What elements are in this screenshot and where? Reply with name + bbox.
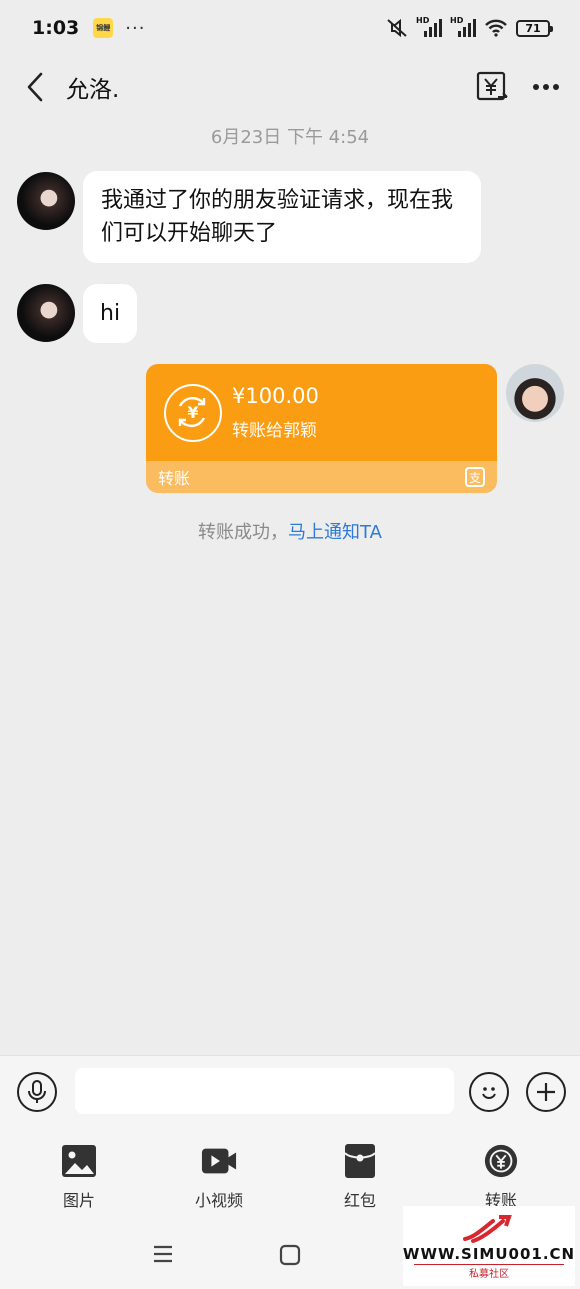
wifi-icon [484,18,508,38]
voice-input-button[interactable] [17,1072,57,1112]
tool-transfer[interactable]: 转账 [456,1143,546,1211]
watermark-subtext: 私募社区 [414,1263,564,1280]
transfer-label: 转账 [158,469,191,488]
menu-lines-icon [154,1245,172,1263]
status-time: 1:03 [32,17,80,39]
tool-image[interactable]: 图片 [34,1143,124,1211]
my-avatar[interactable] [506,364,564,422]
mute-icon [386,18,408,38]
app-notification-icon: 锦鲤 [93,18,114,38]
incoming-message-bubble[interactable]: hi [83,284,138,343]
transfer-coin-icon: ¥ [164,383,222,442]
microphone-icon [28,1080,46,1103]
battery-icon: 71 [516,19,553,37]
tool-red-packet[interactable]: 红包 [315,1143,405,1211]
notify-link[interactable]: 马上通知TA [288,522,382,543]
status-bar: 1:03 锦鲤 ··· HD HD 71 [0,0,580,56]
smiley-icon [482,1087,496,1099]
contact-avatar[interactable] [17,284,75,342]
red-packet-icon [342,1143,378,1179]
tool-label: 小视频 [194,1191,243,1210]
watermark-logo [463,1214,512,1243]
yuan-exchange-icon [476,71,508,101]
alipay-icon: 支 [465,467,485,487]
transfer-card-body: ¥ ¥100.00 转账给郭颖 [146,364,497,461]
message-timestamp: 6月23日 下午 4:54 [210,127,370,148]
message-text: 我通过了你的朋友验证请求，现在我们可以开始聊天了 [101,188,454,246]
contact-avatar[interactable] [17,172,75,230]
more-notifications-indicator: ··· [125,17,146,39]
network-type-label-2: HD [450,16,464,25]
back-button[interactable] [20,67,50,107]
tool-label: 图片 [62,1191,95,1210]
transfer-coin-symbol: ¥ [187,403,199,422]
video-icon [201,1143,237,1179]
chat-header: 允洛. [0,56,580,118]
system-message-text: 转账成功， [198,522,289,543]
transfer-icon [483,1143,519,1179]
system-message: 转账成功，马上通知TA [0,518,580,544]
more-horizontal-icon [533,84,559,90]
recent-apps-button[interactable] [152,1244,174,1268]
watermark: WWW.SIMU001.CN 私募社区 [403,1206,575,1286]
emoji-button[interactable] [469,1072,509,1112]
message-text: hi [100,301,121,326]
message-input[interactable] [75,1068,454,1114]
incoming-message-bubble[interactable]: 我通过了你的朋友验证请求，现在我们可以开始聊天了 [83,171,481,263]
more-options-button[interactable] [532,83,560,91]
transfer-card[interactable]: ¥ ¥100.00 转账给郭颖 转账 支 [146,364,497,493]
chat-title: 允洛. [66,77,120,103]
transfer-card-footer: 转账 支 [146,461,497,493]
transfer-shortcut-button[interactable] [476,71,508,103]
network-type-label-1: HD [416,16,430,25]
signal-icon-2: HD [450,16,476,38]
input-panel: 图片 小视频 红包 转账 [0,1055,580,1222]
transfer-description: 转账给郭颖 [232,421,317,441]
transfer-amount: ¥100.00 [232,384,319,408]
chevron-left-icon [27,72,43,102]
plus-icon [537,1083,555,1101]
home-button[interactable] [279,1244,301,1270]
tool-video[interactable]: 小视频 [174,1143,264,1211]
watermark-text: WWW.SIMU001.CN [402,1244,576,1263]
image-icon [61,1143,97,1179]
more-actions-button[interactable] [526,1072,566,1112]
tool-label: 红包 [343,1191,376,1210]
signal-icon-1: HD [416,16,442,38]
home-square-icon [279,1244,301,1266]
status-indicators: HD HD 71 [386,16,553,38]
